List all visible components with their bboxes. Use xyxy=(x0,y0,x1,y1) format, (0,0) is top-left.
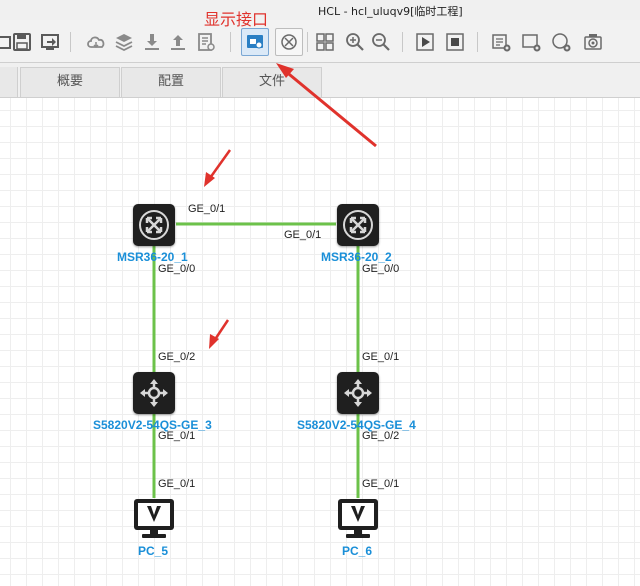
device-label: MSR36-20_2 xyxy=(321,250,392,264)
layers-button[interactable] xyxy=(112,30,136,54)
switch-s5820v2-4[interactable] xyxy=(337,372,379,414)
ellipse-add-icon xyxy=(552,33,571,52)
router-icon xyxy=(343,210,373,240)
cloud-icon xyxy=(87,36,105,49)
camera-icon xyxy=(584,34,602,50)
download-button[interactable] xyxy=(140,30,164,54)
tab-bar: 概要 配置 文件 xyxy=(0,63,640,98)
save-button[interactable] xyxy=(10,30,34,54)
device-label: S5820V2-54QS-GE_3 xyxy=(93,418,212,432)
topology-canvas[interactable] xyxy=(0,98,640,586)
router-icon xyxy=(139,210,169,240)
annotation-label: 显示接口 xyxy=(204,10,269,29)
download-icon xyxy=(145,34,159,50)
tab-stub xyxy=(0,67,18,97)
zoom-in-button[interactable] xyxy=(343,30,367,54)
toolbar-separator xyxy=(230,32,231,52)
hcl-window: HCL - hcl_uluqv9[临时工程] 显示接口 概要 配置 文件 GE_… xyxy=(0,0,640,586)
grid-icon xyxy=(316,33,334,51)
stop-icon xyxy=(446,33,464,51)
port-label: GE_0/1 xyxy=(158,478,196,490)
switch-icon xyxy=(344,379,372,407)
note-add-icon xyxy=(492,34,511,52)
add-rect-button[interactable] xyxy=(519,30,543,54)
upload-icon xyxy=(171,35,185,50)
play-icon xyxy=(416,33,434,51)
topology-button[interactable] xyxy=(275,28,303,56)
switch-s5820v2-3[interactable] xyxy=(133,372,175,414)
port-label: GE_0/1 xyxy=(362,351,400,363)
device-label: MSR36-20_1 xyxy=(117,250,188,264)
import-icon xyxy=(41,34,59,50)
document-icon xyxy=(198,33,215,51)
toolbar-separator xyxy=(307,32,308,52)
title-bar: HCL - hcl_uluqv9[临时工程] xyxy=(0,0,640,20)
device-label: PC_5 xyxy=(138,544,169,558)
port-label: GE_0/0 xyxy=(158,263,196,275)
add-note-button[interactable] xyxy=(489,30,513,54)
toolbar-separator xyxy=(70,32,71,52)
show-interface-button[interactable] xyxy=(241,28,269,56)
start-button[interactable] xyxy=(413,30,437,54)
rect-add-icon xyxy=(522,34,541,52)
toolbar-separator xyxy=(477,32,478,52)
config-doc-button[interactable] xyxy=(194,30,218,54)
cloud-button[interactable] xyxy=(84,30,108,54)
screenshot-button[interactable] xyxy=(581,30,605,54)
grid-button[interactable] xyxy=(313,30,337,54)
port-label: GE_0/1 xyxy=(284,229,322,241)
layers-icon xyxy=(115,34,133,52)
save-icon xyxy=(13,33,31,51)
port-label: GE_0/0 xyxy=(362,263,400,275)
toolbar-separator xyxy=(402,32,403,52)
device-label: S5820V2-54QS-GE_4 xyxy=(297,418,416,432)
pc-5[interactable] xyxy=(133,498,175,540)
tab-files[interactable]: 文件 xyxy=(222,67,322,97)
pc-6[interactable] xyxy=(337,498,379,540)
router-msr36-20-1[interactable] xyxy=(133,204,175,246)
toolbar xyxy=(0,20,640,63)
port-label: GE_0/1 xyxy=(188,203,226,215)
zoom-in-icon xyxy=(346,33,364,51)
switch-icon xyxy=(140,379,168,407)
port-label: GE_0/1 xyxy=(362,478,400,490)
stop-button[interactable] xyxy=(443,30,467,54)
upload-button[interactable] xyxy=(166,30,190,54)
tab-overview[interactable]: 概要 xyxy=(20,67,120,97)
port-label: GE_0/2 xyxy=(158,351,196,363)
topology-icon xyxy=(281,34,297,50)
tab-config[interactable]: 配置 xyxy=(121,67,221,97)
import-button[interactable] xyxy=(38,30,62,54)
add-ellipse-button[interactable] xyxy=(549,30,573,54)
window-title: HCL - hcl_uluqv9[临时工程] xyxy=(318,5,463,18)
device-label: PC_6 xyxy=(342,544,373,558)
zoom-out-icon xyxy=(372,33,390,51)
show-interface-icon xyxy=(247,35,263,49)
pc-icon xyxy=(338,499,378,538)
pc-icon xyxy=(134,499,174,538)
router-msr36-20-2[interactable] xyxy=(337,204,379,246)
zoom-out-button[interactable] xyxy=(369,30,393,54)
